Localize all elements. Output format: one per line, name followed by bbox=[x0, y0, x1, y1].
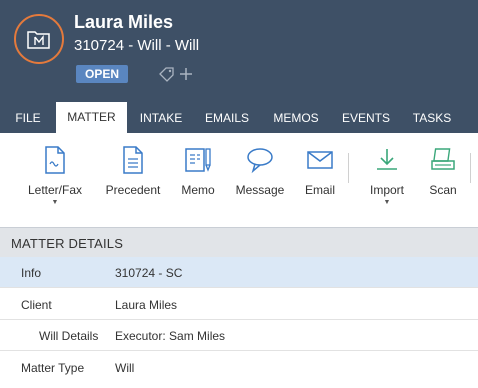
scanner-icon bbox=[431, 148, 455, 170]
matter-avatar[interactable] bbox=[14, 14, 64, 64]
detail-label: Info bbox=[21, 266, 42, 280]
tab-matter[interactable]: MATTER bbox=[56, 102, 127, 133]
tab-tasks[interactable]: TASKS bbox=[407, 103, 457, 133]
message-icon bbox=[247, 148, 273, 174]
import-button[interactable]: Import ▼ bbox=[364, 143, 410, 207]
memo-button[interactable]: Memo bbox=[176, 143, 220, 197]
chevron-down-icon[interactable]: ▼ bbox=[24, 199, 86, 207]
import-icon bbox=[377, 149, 397, 170]
chevron-down-icon[interactable]: ▼ bbox=[364, 199, 410, 207]
email-label: Email bbox=[304, 183, 335, 197]
memo-icon bbox=[185, 148, 211, 172]
tab-emails[interactable]: EMAILS bbox=[199, 103, 255, 133]
detail-row-matter-type[interactable]: Matter Type Will bbox=[0, 352, 478, 383]
letter-icon bbox=[45, 146, 65, 174]
tab-intake[interactable]: INTAKE bbox=[132, 103, 190, 133]
plus-icon bbox=[180, 68, 192, 80]
section-title: MATTER DETAILS bbox=[11, 236, 124, 251]
scan-button[interactable]: Scan bbox=[424, 143, 462, 197]
precedent-icon bbox=[123, 146, 143, 174]
add-tag-button[interactable] bbox=[158, 64, 198, 84]
tab-events[interactable]: EVENTS bbox=[337, 103, 395, 133]
status-badge[interactable]: OPEN bbox=[76, 65, 128, 83]
ribbon-toolbar: Letter/Fax ▼ Precedent Memo Message Emai… bbox=[0, 133, 478, 225]
detail-row-info[interactable]: Info 310724 - SC bbox=[0, 257, 478, 288]
tag-icon bbox=[159, 67, 174, 82]
matter-folder-icon bbox=[27, 31, 50, 49]
memo-label: Memo bbox=[181, 183, 215, 197]
letter-fax-button[interactable]: Letter/Fax ▼ bbox=[24, 143, 86, 207]
message-button[interactable]: Message bbox=[234, 143, 286, 197]
matter-details-header[interactable]: MATTER DETAILS bbox=[0, 227, 478, 257]
detail-row-will-details[interactable]: Will Details Executor: Sam Miles bbox=[0, 320, 478, 351]
tab-memos[interactable]: MEMOS bbox=[267, 103, 325, 133]
detail-value: Will bbox=[115, 361, 135, 375]
matter-header: Laura Miles 310724 - Will - Will OPEN FI… bbox=[0, 0, 478, 133]
tab-file[interactable]: FILE bbox=[6, 103, 50, 133]
detail-value: Laura Miles bbox=[115, 298, 178, 312]
detail-value: Executor: Sam Miles bbox=[115, 329, 226, 343]
precedent-button[interactable]: Precedent bbox=[103, 143, 163, 197]
detail-label: Will Details bbox=[39, 329, 99, 343]
email-icon bbox=[307, 151, 333, 169]
letter-fax-label: Letter/Fax bbox=[27, 183, 83, 197]
ribbon-divider bbox=[348, 153, 349, 183]
detail-value: 310724 - SC bbox=[115, 266, 183, 280]
detail-label: Matter Type bbox=[21, 361, 85, 375]
ribbon-divider bbox=[470, 153, 471, 183]
scan-label: Scan bbox=[429, 183, 457, 197]
matter-title: Laura Miles bbox=[74, 12, 174, 32]
message-label: Message bbox=[235, 183, 285, 197]
matter-subtitle: 310724 - Will - Will bbox=[74, 37, 200, 54]
tab-bar: FILE MATTER INTAKE EMAILS MEMOS EVENTS T… bbox=[0, 102, 478, 133]
detail-row-client[interactable]: Client Laura Miles bbox=[0, 289, 478, 320]
email-button[interactable]: Email bbox=[300, 143, 340, 197]
detail-label: Client bbox=[21, 298, 52, 312]
import-label: Import bbox=[369, 183, 404, 197]
precedent-label: Precedent bbox=[105, 183, 161, 197]
